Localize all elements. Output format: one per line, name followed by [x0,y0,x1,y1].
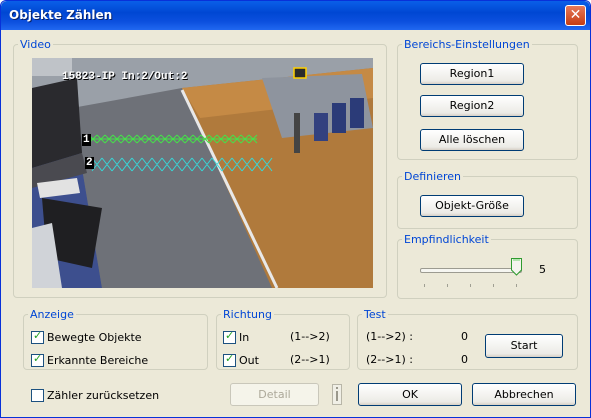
detected-areas-box[interactable]: ✓ [31,352,44,367]
region-settings-label: Bereichs-Einstellungen [404,38,530,51]
region1-button[interactable]: Region1 [420,63,524,85]
slider-tick [516,284,517,287]
video-preview[interactable]: 15823-IP In:2/Out:2 1 2 [32,58,373,288]
direction-in-box[interactable]: ✓ [223,329,236,344]
test-row2-value: 0 [461,353,468,366]
object-size-button[interactable]: Objekt-Größe [420,195,524,217]
moving-objects-checkbox[interactable]: ✓ Bewegte Objekte [31,329,142,344]
moving-objects-label: Bewegte Objekte [47,331,142,344]
window-title: Objekte Zählen [9,8,113,22]
display-group-label: Anzeige [30,308,74,321]
sensitivity-slider-thumb[interactable] [511,258,522,276]
slider-tick [424,284,425,287]
check-icon: ✓ [225,352,235,365]
region2-button[interactable]: Region2 [420,95,524,117]
direction-in-label: In [239,331,250,344]
title-bar[interactable]: Objekte Zählen ✕ [1,1,590,30]
reset-counter-box[interactable] [31,389,44,402]
clear-all-button[interactable]: Alle löschen [420,129,524,151]
slider-tick [447,284,448,287]
check-icon: ✓ [33,329,43,342]
zone-2-number: 2 [85,157,94,169]
camera-scene [32,58,373,288]
test-group-label: Test [364,308,386,321]
start-button[interactable]: Start [485,334,563,358]
close-button[interactable]: ✕ [565,5,586,26]
sensitivity-group-label: Empfindlichkeit [404,233,489,246]
define-group-label: Definieren [404,170,461,183]
reset-counter-label: Zähler zurücksetzen [47,389,160,402]
direction-in-arrow: (1-->2) [290,330,330,343]
detected-areas-label: Erkannte Bereiche [47,354,149,367]
check-icon: ✓ [225,329,235,342]
test-row1-label: (1-->2) : [366,330,413,343]
direction-out-arrow: (2-->1) [290,353,330,366]
test-row2-label: (2-->1) : [366,353,413,366]
slider-tick [470,284,471,287]
zone-1-number: 1 [82,134,91,146]
info-icon[interactable] [332,384,342,405]
test-row1-value: 0 [461,330,468,343]
check-icon: ✓ [33,352,43,365]
reset-counter-checkbox[interactable]: Zähler zurücksetzen [31,389,159,402]
direction-group-label: Richtung [223,308,272,321]
detail-button[interactable]: Detail [230,383,319,406]
direction-out-box[interactable]: ✓ [223,352,236,367]
dialog-window: Objekte Zählen ✕ Video Bereichs-Einstell… [0,0,591,418]
direction-out-label: Out [239,354,259,367]
detected-areas-checkbox[interactable]: ✓ Erkannte Bereiche [31,352,149,367]
moving-objects-box[interactable]: ✓ [31,329,44,344]
sensitivity-group: Empfindlichkeit [397,233,578,299]
cancel-button[interactable]: Abbrechen [472,383,576,406]
direction-in-checkbox[interactable]: ✓ In [223,329,250,344]
ok-button[interactable]: OK [358,383,462,406]
sensitivity-value: 5 [539,263,546,276]
video-group-label: Video [20,38,51,51]
slider-tick [493,284,494,287]
direction-out-checkbox[interactable]: ✓ Out [223,352,259,367]
camera-label: 15823-IP In:2/Out:2 [62,71,188,83]
sensitivity-slider-track[interactable] [420,268,522,273]
